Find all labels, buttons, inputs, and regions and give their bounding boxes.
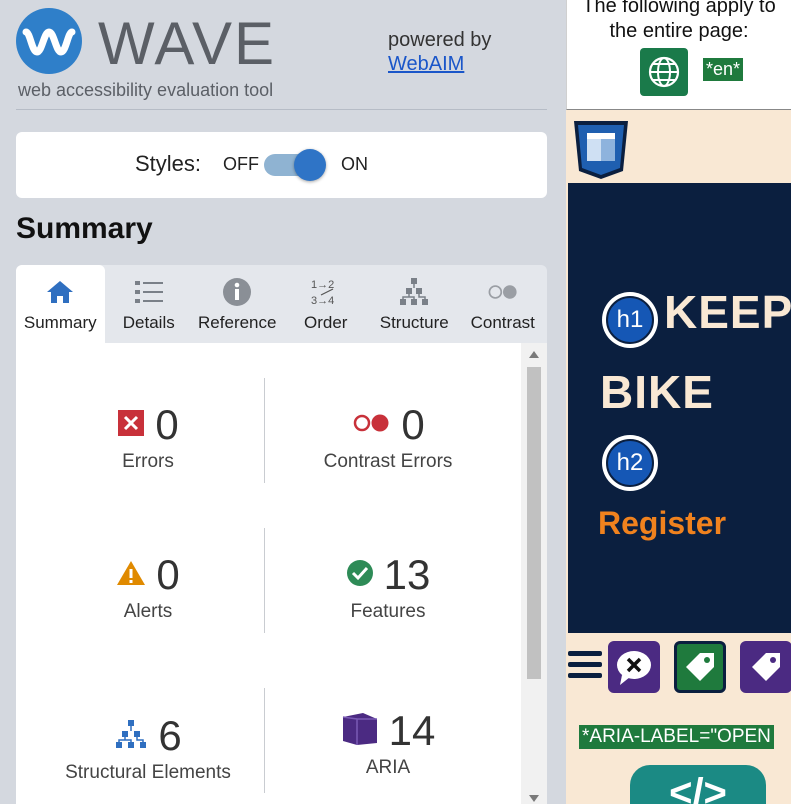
scroll-thumb[interactable] xyxy=(527,367,541,679)
h1-badge-icon[interactable]: h1 xyxy=(602,292,658,348)
language-globe-icon[interactable] xyxy=(640,48,688,96)
stat-value: 0 xyxy=(401,401,425,448)
aria-icon xyxy=(341,711,379,752)
styles-toggle-knob[interactable] xyxy=(294,149,326,181)
aria-error-bubble-icon[interactable] xyxy=(608,641,660,693)
preview-nav: *ARIA-LABEL="OPEN </> xyxy=(566,633,791,804)
styles-on-label[interactable]: ON xyxy=(341,154,368,175)
panel-tabs: Summary Details Reference 1→2 3→4 Order … xyxy=(16,265,547,343)
tab-summary[interactable]: Summary xyxy=(16,265,105,343)
stat-aria[interactable]: 14 ARIA xyxy=(268,707,508,779)
stat-value: 0 xyxy=(156,551,180,598)
wave-sidebar: WAVE web accessibility evaluation tool p… xyxy=(0,0,566,804)
h1-badge-text: h1 xyxy=(606,296,654,344)
feature-check-icon xyxy=(346,559,374,592)
aria-label-tag[interactable]: *ARIA-LABEL="OPEN xyxy=(579,725,774,749)
h2-badge-text: h2 xyxy=(606,439,654,487)
tab-label: Details xyxy=(122,313,175,332)
tab-label: Summary xyxy=(23,313,97,332)
page-level-note-line2: the entire page: xyxy=(609,20,749,42)
styles-label: Styles: xyxy=(135,151,202,176)
tab-order[interactable]: 1→2 3→4 Order xyxy=(282,265,371,343)
tab-label: Order xyxy=(304,313,348,332)
svg-text:1→2: 1→2 xyxy=(311,279,334,291)
feature-tag-icon[interactable] xyxy=(674,641,726,693)
error-icon xyxy=(117,409,145,442)
stat-label: ARIA xyxy=(365,757,411,778)
h2-register[interactable]: Register xyxy=(598,505,726,542)
stat-structural-elements[interactable]: 6 Structural Elements xyxy=(28,712,268,784)
svg-text:3→4: 3→4 xyxy=(311,295,334,307)
stat-value: 13 xyxy=(383,551,431,598)
preview-banner xyxy=(566,111,791,183)
page-level-note: The following apply to the entire page: xyxy=(567,0,791,44)
page-level-annotations: The following apply to the entire page: … xyxy=(566,0,791,110)
tab-label: Structure xyxy=(379,313,449,332)
language-tag[interactable]: *en* xyxy=(703,58,744,81)
tab-reference[interactable]: Reference xyxy=(193,265,282,343)
brand-tagline: web accessibility evaluation tool xyxy=(18,80,274,100)
h1-text: KEEP xyxy=(664,286,791,338)
structure-icon xyxy=(114,719,148,754)
stat-label: Structural Elements xyxy=(65,762,231,783)
stat-features[interactable]: 13 Features xyxy=(268,551,508,623)
stat-label: Alerts xyxy=(123,601,173,622)
list-icon xyxy=(132,277,166,307)
scrollbar[interactable] xyxy=(521,343,547,804)
styles-off-label[interactable]: OFF xyxy=(223,154,259,175)
tab-label: Contrast xyxy=(470,313,535,332)
page-preview: The following apply to the entire page: … xyxy=(566,0,791,804)
scroll-down-arrow-icon[interactable] xyxy=(529,795,539,802)
scroll-up-arrow-icon[interactable] xyxy=(529,351,539,358)
contrast-error-icon xyxy=(351,412,391,439)
powered-by: powered by WebAIM xyxy=(388,28,491,76)
alert-icon xyxy=(116,559,146,592)
tab-label: Reference xyxy=(198,313,277,332)
stat-label: Features xyxy=(350,601,426,622)
code-tag-icon[interactable]: </> xyxy=(630,765,766,804)
summary-content: 0 Errors 0 Contrast Errors 0 Alerts 13 F… xyxy=(16,343,547,804)
stat-contrast-errors[interactable]: 0 Contrast Errors xyxy=(268,401,508,473)
stat-alerts[interactable]: 0 Alerts xyxy=(28,551,268,623)
home-icon xyxy=(43,277,77,307)
info-icon xyxy=(220,277,254,307)
tab-structure[interactable]: Structure xyxy=(370,265,459,343)
h2-badge-icon[interactable]: h2 xyxy=(602,435,658,491)
tab-details[interactable]: Details xyxy=(105,265,194,343)
page-level-note-line1: The following apply to xyxy=(582,0,776,17)
webaim-link[interactable]: WebAIM xyxy=(388,52,491,76)
header: WAVE web accessibility evaluation tool p… xyxy=(16,8,547,110)
stat-errors[interactable]: 0 Errors xyxy=(28,401,268,473)
stat-value: 14 xyxy=(388,707,436,754)
page-title: Summary xyxy=(16,212,153,245)
hamburger-menu-icon[interactable] xyxy=(568,651,602,679)
powered-by-text: powered by xyxy=(388,29,492,51)
wave-logo-icon xyxy=(16,8,82,74)
styles-toggle-box: Styles: OFF ON xyxy=(16,132,547,198)
aria-tag-icon[interactable] xyxy=(740,641,791,693)
preview-hero: h1 KEEP BIKE h2 Register xyxy=(568,183,791,633)
tab-contrast[interactable]: Contrast xyxy=(459,265,548,343)
structure-icon xyxy=(397,277,431,307)
h1-text-cont: BIKE xyxy=(600,366,714,418)
stat-label: Contrast Errors xyxy=(323,451,453,472)
order-icon: 1→2 3→4 xyxy=(309,277,343,307)
stat-label: Errors xyxy=(122,451,174,472)
brand-name: WAVE xyxy=(98,10,277,77)
stat-value: 0 xyxy=(155,401,179,448)
css-shield-icon[interactable] xyxy=(572,119,630,181)
contrast-icon xyxy=(486,277,520,307)
stat-value: 6 xyxy=(158,712,182,759)
